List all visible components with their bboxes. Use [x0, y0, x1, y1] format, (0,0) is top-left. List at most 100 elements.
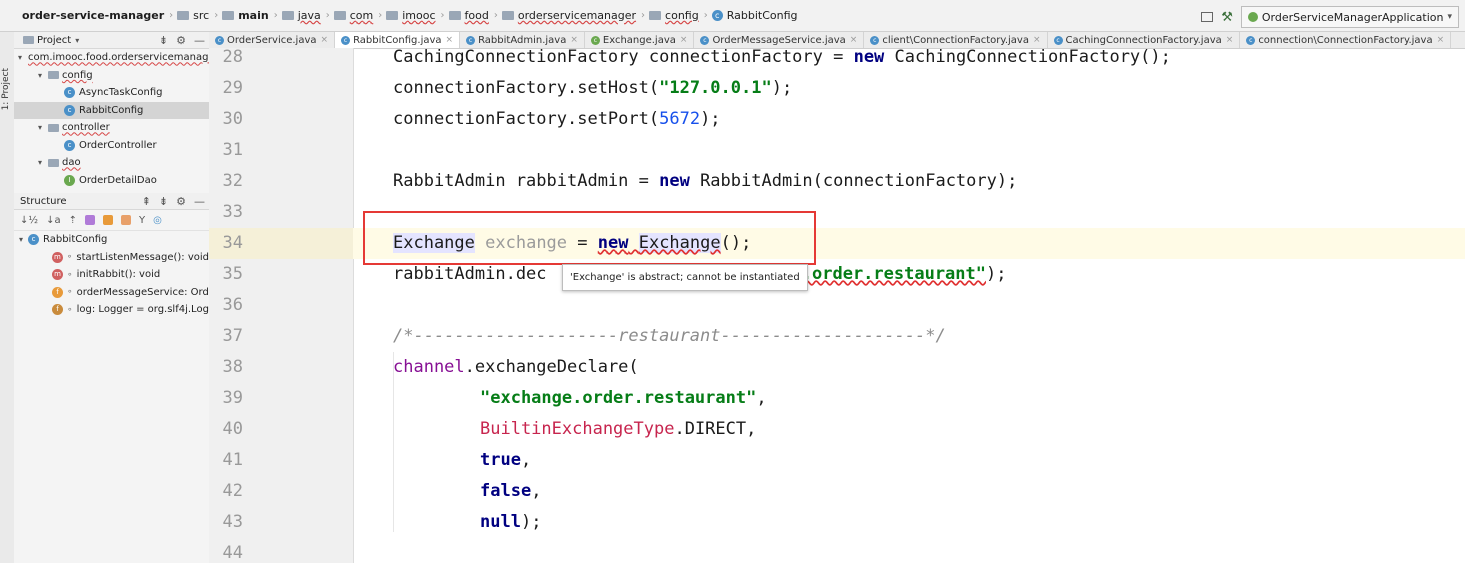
autoscroll-icon[interactable]: ◎ [153, 215, 162, 226]
tree-item[interactable]: c RabbitConfig [14, 101, 209, 119]
sort-by-visibility-icon[interactable]: ↓½ [20, 215, 38, 226]
visibility-icon: ∘ [67, 304, 73, 315]
project-panel-title[interactable]: Project [37, 35, 71, 46]
structure-member[interactable]: f ∘ orderMessageService: Ord [14, 284, 209, 302]
structure-panel-title: Structure [20, 195, 67, 207]
line-number: 41 [222, 450, 243, 470]
code-line-28[interactable]: CachingConnectionFactory connectionFacto… [393, 42, 1171, 73]
code-token: CachingConnectionFactory(); [884, 47, 1171, 67]
close-icon[interactable]: × [321, 35, 329, 45]
structure-member[interactable]: m ∘ initRabbit(): void [14, 266, 209, 284]
code-line-37[interactable]: /*--------------------restaurant--------… [393, 321, 946, 352]
spring-icon [1247, 12, 1258, 22]
hide-icon[interactable]: — [194, 34, 205, 47]
tree-item[interactable]: ▾ dao [14, 154, 209, 172]
tree-item[interactable]: I OrderDetailDao [14, 172, 209, 190]
tree-item[interactable]: ▾ com.imooc.food.orderservicemanager [14, 49, 209, 67]
method-icon: m [52, 269, 63, 281]
folder-icon [386, 11, 399, 20]
line-number: 29 [222, 78, 243, 98]
folder-icon [333, 11, 346, 20]
collapse-all-icon[interactable]: ⇟ [159, 34, 168, 47]
structure-member[interactable]: m ∘ startListenMessage(): void [14, 249, 209, 267]
gear-icon[interactable]: ⚙ [176, 34, 186, 47]
structure-members: m ∘ startListenMessage(): void m ∘ initRabbit… [14, 249, 209, 319]
breadcrumb-label: RabbitConfig [726, 9, 798, 22]
chevron-down-icon: ▾ [1447, 12, 1452, 22]
breadcrumb-item[interactable]: com › [333, 9, 382, 22]
gear-icon[interactable]: ⚙ [176, 195, 186, 208]
chevron-down-icon[interactable]: ▾ [75, 36, 79, 45]
breadcrumb-item[interactable]: src › [177, 9, 218, 22]
folder-icon [48, 123, 59, 132]
keyword-token: false [480, 481, 532, 501]
code-line-41[interactable]: true, [480, 445, 531, 476]
show-properties-icon[interactable] [84, 215, 95, 225]
chevron-down-icon[interactable]: ▾ [35, 71, 45, 80]
project-tool-button[interactable]: 1: Project [1, 68, 11, 110]
java-file-icon: c [341, 35, 351, 45]
structure-root[interactable]: ▾ c RabbitConfig [14, 231, 209, 249]
build-hammer-icon[interactable]: ⚒ [1221, 10, 1233, 25]
chevron-down-icon[interactable]: ▾ [35, 158, 45, 167]
run-configuration-select[interactable]: OrderServiceManagerApplication ▾ [1240, 6, 1459, 28]
code-line-43[interactable]: null); [480, 507, 541, 538]
close-icon[interactable]: × [1437, 35, 1445, 45]
code-line-38[interactable]: channel.exchangeDeclare( [393, 352, 639, 383]
chevron-down-icon[interactable]: ▾ [18, 53, 22, 62]
hide-icon[interactable]: — [194, 195, 205, 208]
number-token: 5672 [659, 109, 701, 129]
project-icon [23, 36, 34, 44]
chevron-down-icon[interactable]: ▾ [16, 235, 26, 244]
code-line-32[interactable]: RabbitAdmin rabbitAdmin = new RabbitAdmi… [393, 166, 1017, 197]
collapse-all-icon[interactable]: ⇟ [159, 195, 168, 208]
breadcrumb-item[interactable]: main › [222, 9, 278, 22]
line-number: 36 [222, 295, 243, 315]
breadcrumb-label: main [238, 9, 269, 22]
run-configuration-label: OrderServiceManagerApplication [1261, 10, 1444, 24]
tree-item-label: dao [62, 157, 81, 169]
line-number: 39 [222, 388, 243, 408]
close-icon[interactable]: × [1226, 35, 1234, 45]
breadcrumb-item[interactable]: java › [281, 9, 330, 22]
structure-member[interactable]: f ∘ log: Logger = org.slf4j.Log [14, 301, 209, 319]
editor-tab[interactable]: c connection\ConnectionFactory.java × [1240, 32, 1452, 48]
visibility-icon: ∘ [67, 269, 73, 280]
code-line-42[interactable]: false, [480, 476, 541, 507]
line-number: 31 [222, 140, 243, 160]
breadcrumb-item[interactable]: order-service-manager › [4, 9, 173, 22]
tree-item[interactable]: c OrderController [14, 137, 209, 155]
tree-item-label: RabbitConfig [79, 104, 144, 116]
class-icon: c [28, 234, 39, 246]
chevron-down-icon[interactable]: ▾ [35, 123, 45, 132]
show-fields-icon[interactable] [102, 215, 113, 225]
breadcrumb-label: order-service-manager [22, 9, 165, 22]
expand-all-icon[interactable]: ⇞ [142, 195, 151, 208]
show-non-public-icon[interactable] [120, 215, 131, 225]
window-icon[interactable] [1201, 12, 1214, 22]
comment-token: /*--------------------restaurant--------… [393, 326, 946, 346]
navigation-bar: order-service-manager › src › main › java › com ›… [0, 0, 1465, 32]
method-icon: m [52, 251, 63, 263]
code-line-30[interactable]: connectionFactory.setPort(5672); [393, 104, 721, 135]
code-line-40[interactable]: BuiltinExchangeType.DIRECT, [480, 414, 756, 445]
code-line-39[interactable]: "exchange.order.restaurant", [480, 383, 767, 414]
tree-item-label: OrderDetailDao [79, 174, 157, 186]
breadcrumb-item[interactable]: imooc › [386, 9, 445, 22]
keyword-token: null [480, 512, 521, 532]
code-token: , [520, 450, 532, 470]
line-number: 33 [222, 202, 243, 222]
tree-item[interactable]: ▾ controller [14, 119, 209, 137]
breadcrumb-item[interactable]: orderservicemanager › [501, 9, 645, 22]
filter-icon[interactable]: Y [139, 215, 145, 226]
breadcrumb-item[interactable]: food › [448, 9, 498, 22]
code-token: CachingConnectionFactory connectionFacto… [393, 47, 854, 67]
tree-item[interactable]: ▾ config [14, 67, 209, 85]
sort-alphabetically-icon[interactable]: ↓a [46, 215, 61, 226]
code-line-29[interactable]: connectionFactory.setHost("127.0.0.1"); [393, 73, 792, 104]
breadcrumb-item[interactable]: c RabbitConfig [711, 9, 798, 22]
breadcrumb-item[interactable]: config › [649, 9, 708, 22]
show-inherited-icon[interactable]: ⇡ [69, 215, 77, 226]
tree-item[interactable]: c AsyncTaskConfig [14, 84, 209, 102]
line-number: 44 [222, 543, 243, 563]
